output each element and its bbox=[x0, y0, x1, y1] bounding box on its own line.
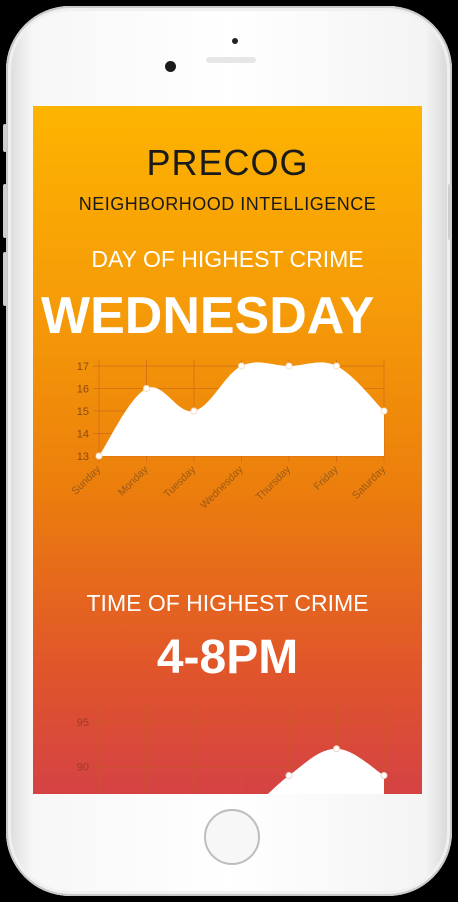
app-title: PRECOG bbox=[146, 142, 309, 183]
data-point bbox=[238, 362, 245, 370]
data-point bbox=[285, 772, 293, 780]
y-tick-label: 17 bbox=[77, 361, 89, 373]
x-tick-label: Monday bbox=[116, 463, 151, 498]
day-section-label: DAY OF HIGHEST CRIME bbox=[91, 246, 364, 272]
x-tick-label: Saturday bbox=[350, 463, 389, 502]
data-point bbox=[333, 745, 340, 753]
x-tick-label: Friday bbox=[311, 463, 341, 493]
time-chart: 959085 bbox=[77, 704, 388, 794]
area-fill bbox=[267, 748, 384, 794]
area-fill bbox=[99, 362, 384, 456]
data-point bbox=[380, 772, 388, 780]
x-tick-label: Sunday bbox=[69, 463, 103, 497]
y-tick-label: 95 bbox=[77, 717, 89, 729]
proximity-sensor bbox=[232, 38, 238, 44]
time-section-value: 4-8PM bbox=[156, 631, 299, 684]
y-tick-label: 13 bbox=[77, 451, 89, 463]
day-chart: 13 14 15 16 17 Sunday Monday Tuesday Wednesday Th… bbox=[69, 360, 389, 511]
y-tick-label: 14 bbox=[77, 429, 89, 441]
volume-up-button bbox=[3, 184, 7, 238]
data-point bbox=[285, 362, 293, 370]
x-tick-label: Thursday bbox=[254, 463, 294, 503]
y-tick-label: 90 bbox=[77, 762, 89, 774]
data-point bbox=[190, 407, 198, 415]
y-tick-label: 15 bbox=[77, 406, 89, 418]
data-point bbox=[380, 407, 388, 415]
silent-switch bbox=[3, 124, 7, 152]
app-screen: PRECOG NEIGHBORHOOD INTELLIGENCE DAY OF … bbox=[33, 106, 422, 794]
volume-down-button bbox=[3, 252, 7, 306]
speaker-grille bbox=[206, 57, 256, 63]
y-tick-label: 16 bbox=[77, 384, 89, 396]
front-camera bbox=[165, 61, 176, 72]
time-section-label: TIME OF HIGHEST CRIME bbox=[86, 590, 369, 616]
app-subtitle: NEIGHBORHOOD INTELLIGENCE bbox=[78, 194, 377, 214]
home-button[interactable] bbox=[204, 809, 260, 865]
power-button bbox=[448, 184, 452, 240]
data-point bbox=[333, 362, 340, 370]
data-point bbox=[95, 452, 103, 460]
x-tick-label: Wednesday bbox=[198, 463, 246, 511]
data-point bbox=[143, 385, 150, 392]
x-tick-label: Tuesday bbox=[161, 463, 198, 500]
day-section-value: WEDNESDAY bbox=[41, 287, 375, 345]
